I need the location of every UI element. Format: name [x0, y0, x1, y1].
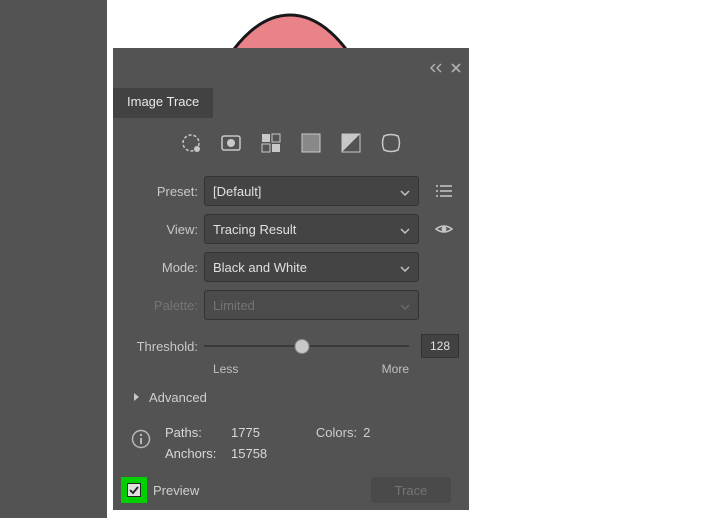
view-label: View: — [123, 222, 198, 237]
menu-icon[interactable] — [431, 178, 457, 204]
palette-value: Limited — [213, 298, 255, 313]
info-icon — [131, 429, 151, 449]
anchors-value: 15758 — [231, 446, 267, 461]
mode-label: Mode: — [123, 260, 198, 275]
tab-image-trace[interactable]: Image Trace — [113, 88, 213, 118]
preview-checkbox[interactable] — [127, 483, 141, 497]
app-sidebar — [0, 0, 107, 518]
chevron-down-icon — [400, 184, 410, 199]
collapse-icon[interactable] — [429, 61, 443, 76]
tab-bar: Image Trace — [113, 88, 469, 118]
preset-icon-row — [113, 118, 469, 172]
paths-value: 1775 — [231, 425, 260, 440]
chevron-down-icon — [400, 222, 410, 237]
mode-dropdown[interactable]: Black and White — [204, 252, 419, 282]
paths-label: Paths: — [165, 425, 225, 440]
colors-label: Colors: — [316, 425, 357, 440]
preset-label: Preset: — [123, 184, 198, 199]
image-trace-panel: Image Trace Preset: [Default] — [113, 48, 469, 510]
auto-color-icon[interactable] — [180, 132, 202, 154]
eye-icon[interactable] — [431, 216, 457, 242]
preset-dropdown[interactable]: [Default] — [204, 176, 419, 206]
advanced-label: Advanced — [149, 390, 207, 405]
chevron-down-icon — [400, 298, 410, 313]
preview-checkbox-highlight — [121, 477, 147, 503]
trace-button: Trace — [371, 477, 451, 503]
chevron-right-icon — [133, 390, 141, 405]
chevron-down-icon — [400, 260, 410, 275]
threshold-min-label: Less — [213, 362, 238, 376]
anchors-label: Anchors: — [165, 446, 225, 461]
grayscale-icon[interactable] — [300, 132, 322, 154]
low-color-icon[interactable] — [260, 132, 282, 154]
preset-value: [Default] — [213, 184, 261, 199]
threshold-max-label: More — [382, 362, 409, 376]
threshold-label: Threshold: — [123, 339, 198, 354]
colors-value: 2 — [363, 425, 370, 440]
threshold-value-input[interactable]: 128 — [421, 334, 459, 358]
view-value: Tracing Result — [213, 222, 296, 237]
palette-label: Palette: — [123, 298, 198, 313]
mode-value: Black and White — [213, 260, 307, 275]
view-dropdown[interactable]: Tracing Result — [204, 214, 419, 244]
advanced-toggle[interactable]: Advanced — [113, 376, 469, 419]
preview-label: Preview — [153, 483, 199, 498]
threshold-slider[interactable] — [204, 338, 409, 354]
slider-knob[interactable] — [295, 339, 310, 354]
close-icon[interactable] — [451, 61, 461, 76]
outline-icon[interactable] — [380, 132, 402, 154]
black-white-icon[interactable] — [340, 132, 362, 154]
high-color-icon[interactable] — [220, 132, 242, 154]
palette-dropdown: Limited — [204, 290, 419, 320]
